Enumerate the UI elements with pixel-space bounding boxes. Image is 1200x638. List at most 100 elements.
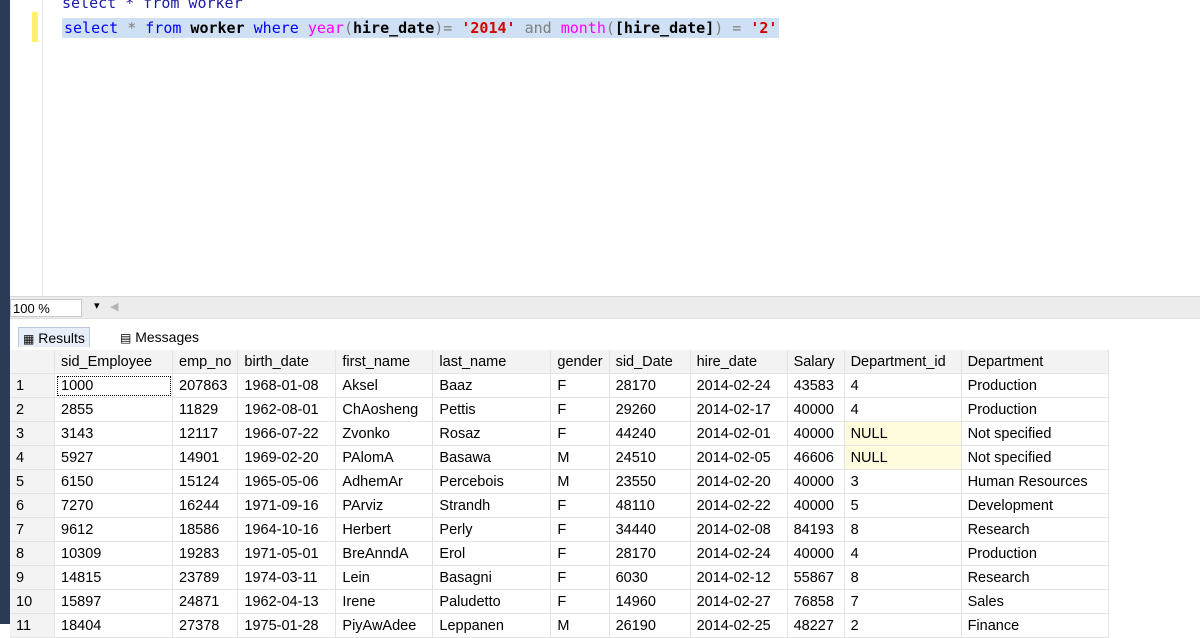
cell-gender[interactable]: F: [550, 397, 610, 422]
cell-gender[interactable]: M: [550, 445, 610, 470]
cell-last-name[interactable]: Perly: [432, 517, 552, 542]
col-emp-no[interactable]: emp_no: [172, 350, 239, 374]
zoom-select[interactable]: 100 %: [10, 299, 82, 317]
cell-salary[interactable]: 40000: [787, 541, 845, 566]
cell-gender[interactable]: F: [550, 373, 610, 398]
tab-messages[interactable]: ▤ Messages: [116, 327, 203, 347]
row-number[interactable]: 2: [10, 397, 55, 422]
cell-sid-date[interactable]: 48110: [609, 493, 691, 518]
cell-salary[interactable]: 76858: [787, 589, 845, 614]
cell-last-name[interactable]: Pettis: [432, 397, 552, 422]
cell-emp-no[interactable]: 11829: [172, 397, 239, 422]
row-number[interactable]: 9: [10, 565, 55, 590]
query-editor[interactable]: select * from worker select * from worke…: [10, 0, 1200, 296]
cell-first-name[interactable]: Aksel: [335, 373, 434, 398]
cell-department-id[interactable]: 5: [844, 493, 962, 518]
cell-birth-date[interactable]: 1971-05-01: [237, 541, 337, 566]
cell-emp-no[interactable]: 207863: [172, 373, 239, 398]
cell-department[interactable]: Research: [961, 517, 1109, 542]
col-gender[interactable]: gender: [550, 350, 610, 374]
cell-sid-date[interactable]: 26190: [609, 613, 691, 638]
cell-emp-no[interactable]: 14901: [172, 445, 239, 470]
cell-first-name[interactable]: BreAnndA: [335, 541, 434, 566]
cell-gender[interactable]: F: [550, 589, 610, 614]
cell-first-name[interactable]: Lein: [335, 565, 434, 590]
cell-salary[interactable]: 43583: [787, 373, 845, 398]
cell-department[interactable]: Not specified: [961, 421, 1109, 446]
cell-department-id[interactable]: 4: [844, 541, 962, 566]
cell-gender[interactable]: F: [550, 421, 610, 446]
cell-birth-date[interactable]: 1965-05-06: [237, 469, 337, 494]
cell-last-name[interactable]: Basawa: [432, 445, 552, 470]
row-number[interactable]: 6: [10, 493, 55, 518]
cell-sid-date[interactable]: 24510: [609, 445, 691, 470]
table-row[interactable]: 5 6150 15124 1965-05-06 AdhemAr Percebois M 235…: [10, 469, 1109, 494]
cell-sid-date[interactable]: 14960: [609, 589, 691, 614]
row-number[interactable]: 7: [10, 517, 55, 542]
cell-department[interactable]: Finance: [961, 613, 1109, 638]
col-first-name[interactable]: first_name: [335, 350, 434, 374]
cell-emp-no[interactable]: 18586: [172, 517, 239, 542]
row-number[interactable]: 5: [10, 469, 55, 494]
cell-gender[interactable]: F: [550, 565, 610, 590]
cell-hire-date[interactable]: 2014-02-24: [690, 541, 788, 566]
cell-department-id[interactable]: 4: [844, 397, 962, 422]
row-number[interactable]: 8: [10, 541, 55, 566]
cell-birth-date[interactable]: 1964-10-16: [237, 517, 337, 542]
cell-emp-no[interactable]: 24871: [172, 589, 239, 614]
row-number[interactable]: 3: [10, 421, 55, 446]
col-hire-date[interactable]: hire_date: [690, 350, 788, 374]
cell-birth-date[interactable]: 1969-02-20: [237, 445, 337, 470]
cell-sid-employee[interactable]: 2855: [54, 397, 173, 422]
cell-hire-date[interactable]: 2014-02-27: [690, 589, 788, 614]
table-row[interactable]: 10 15897 24871 1962-04-13 Irene Paludetto F 149…: [10, 589, 1109, 614]
cell-gender[interactable]: F: [550, 493, 610, 518]
cell-sid-employee[interactable]: 15897: [54, 589, 173, 614]
cell-sid-employee[interactable]: 7270: [54, 493, 173, 518]
cell-gender[interactable]: M: [550, 469, 610, 494]
cell-last-name[interactable]: Strandh: [432, 493, 552, 518]
cell-last-name[interactable]: Baaz: [432, 373, 552, 398]
results-grid[interactable]: sid_Employee emp_no birth_date first_nam…: [10, 350, 1200, 638]
cell-department-id[interactable]: 8: [844, 565, 962, 590]
cell-last-name[interactable]: Rosaz: [432, 421, 552, 446]
table-row[interactable]: 4 5927 14901 1969-02-20 PAlomA Basawa M 24510 20…: [10, 445, 1109, 470]
cell-last-name[interactable]: Paludetto: [432, 589, 552, 614]
cell-salary[interactable]: 40000: [787, 397, 845, 422]
tab-results[interactable]: ▦ Results: [18, 327, 90, 347]
cell-sid-employee[interactable]: 10309: [54, 541, 173, 566]
cell-department-id[interactable]: NULL: [844, 445, 962, 470]
cell-hire-date[interactable]: 2014-02-12: [690, 565, 788, 590]
cell-hire-date[interactable]: 2014-02-24: [690, 373, 788, 398]
cell-department[interactable]: Sales: [961, 589, 1109, 614]
col-last-name[interactable]: last_name: [432, 350, 552, 374]
cell-sid-employee[interactable]: 6150: [54, 469, 173, 494]
cell-emp-no[interactable]: 19283: [172, 541, 239, 566]
cell-last-name[interactable]: Basagni: [432, 565, 552, 590]
cell-hire-date[interactable]: 2014-02-01: [690, 421, 788, 446]
chevron-down-icon[interactable]: ▾: [94, 299, 100, 312]
cell-birth-date[interactable]: 1975-01-28: [237, 613, 337, 638]
cell-sid-employee[interactable]: 5927: [54, 445, 173, 470]
cell-salary[interactable]: 40000: [787, 493, 845, 518]
cell-salary[interactable]: 55867: [787, 565, 845, 590]
cell-sid-employee[interactable]: 18404: [54, 613, 173, 638]
cell-salary[interactable]: 46606: [787, 445, 845, 470]
cell-sid-date[interactable]: 6030: [609, 565, 691, 590]
col-sid-date[interactable]: sid_Date: [609, 350, 691, 374]
cell-emp-no[interactable]: 15124: [172, 469, 239, 494]
cell-last-name[interactable]: Leppanen: [432, 613, 552, 638]
cell-emp-no[interactable]: 27378: [172, 613, 239, 638]
cell-birth-date[interactable]: 1966-07-22: [237, 421, 337, 446]
cell-hire-date[interactable]: 2014-02-17: [690, 397, 788, 422]
cell-department-id[interactable]: 3: [844, 469, 962, 494]
cell-department-id[interactable]: 2: [844, 613, 962, 638]
cell-last-name[interactable]: Percebois: [432, 469, 552, 494]
cell-sid-date[interactable]: 28170: [609, 373, 691, 398]
cell-first-name[interactable]: AdhemAr: [335, 469, 434, 494]
row-number[interactable]: 4: [10, 445, 55, 470]
cell-first-name[interactable]: PArviz: [335, 493, 434, 518]
cell-gender[interactable]: M: [550, 613, 610, 638]
row-number[interactable]: 11: [10, 613, 55, 638]
cell-department-id[interactable]: 7: [844, 589, 962, 614]
